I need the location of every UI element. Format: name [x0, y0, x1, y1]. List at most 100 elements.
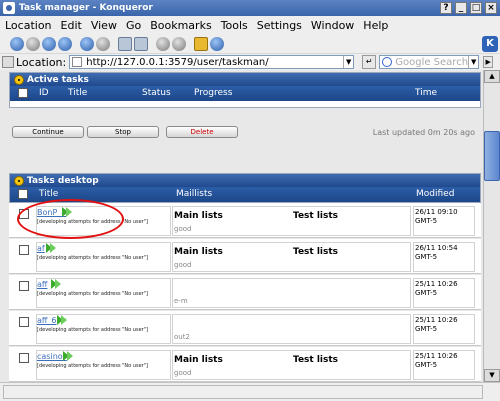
maillist-sub: out2 — [174, 333, 190, 341]
maillist-sub: good — [174, 369, 192, 377]
row-maillists-cell: Main lists Test lists good — [172, 242, 411, 272]
vertical-scrollbar[interactable]: ▲ ▼ — [483, 70, 500, 382]
row-maillists-cell: out2 — [172, 314, 411, 344]
task-title-link[interactable]: aff — [37, 280, 47, 289]
annotation-circle — [17, 199, 124, 239]
url-input[interactable]: http://127.0.0.1:3579/user/taskman/ ▼ — [69, 55, 355, 69]
zoom-out-icon[interactable] — [172, 36, 186, 51]
task-title-link[interactable]: af — [37, 244, 45, 253]
menu-go[interactable]: Go — [126, 19, 141, 32]
status-bar — [0, 382, 500, 401]
tasks-desktop-title: Tasks desktop — [27, 175, 99, 186]
select-all-desktop-checkbox[interactable] — [18, 189, 28, 199]
main-lists-label: Main lists — [174, 211, 223, 221]
table-row: aff_6 [developing attempts for address "… — [9, 311, 481, 346]
play-icon[interactable] — [46, 243, 56, 253]
google-icon — [382, 57, 393, 67]
menu-help[interactable]: Help — [363, 19, 388, 32]
minimize-button[interactable]: _ — [455, 2, 467, 14]
row-maillists-cell: Main lists Test lists good — [172, 206, 411, 236]
row-title-cell: aff [developing attempts for address "No… — [36, 278, 171, 308]
col-maillists: Maillists — [176, 189, 213, 199]
modified-date: 25/11 10:26 GMT-5 — [413, 314, 475, 344]
menu-tools[interactable]: Tools — [221, 19, 248, 32]
menu-edit[interactable]: Edit — [61, 19, 82, 32]
stop-icon[interactable] — [96, 36, 110, 51]
radiation-icon — [14, 175, 24, 186]
delete-button[interactable]: Delete — [166, 126, 238, 138]
row-checkbox[interactable] — [19, 317, 29, 327]
task-note: [developing attempts for address "No use… — [37, 291, 148, 297]
col-id: ID — [39, 88, 49, 98]
main-lists-label: Main lists — [174, 355, 223, 365]
help-window-button[interactable]: ? — [440, 2, 452, 14]
last-updated-text: Last updated 0m 20s ago — [372, 128, 475, 137]
up-icon[interactable] — [42, 36, 56, 51]
table-row: af [developing attempts for address "No … — [9, 239, 481, 274]
main-lists-label: Main lists — [174, 247, 223, 257]
table-row: casinos [developing attempts for address… — [9, 347, 481, 382]
play-icon[interactable] — [63, 351, 73, 361]
play-icon[interactable] — [57, 315, 67, 325]
zoom-in-icon[interactable] — [156, 36, 170, 51]
search-dropdown-icon[interactable]: ▼ — [468, 56, 478, 68]
modified-date: 26/11 10:54 GMT-5 — [413, 242, 475, 272]
maillist-sub: good — [174, 261, 192, 269]
menu-window[interactable]: Window — [311, 19, 354, 32]
row-title-cell: af [developing attempts for address "No … — [36, 242, 171, 272]
col-modified: Modified — [416, 189, 455, 199]
modified-date: 25/11 10:26 GMT-5 — [413, 350, 475, 380]
location-bar: Location: http://127.0.0.1:3579/user/tas… — [0, 54, 500, 70]
select-all-checkbox[interactable] — [18, 88, 28, 98]
menu-view[interactable]: View — [91, 19, 117, 32]
back-icon[interactable] — [10, 36, 24, 51]
play-icon[interactable] — [51, 279, 61, 289]
close-button[interactable]: × — [485, 2, 497, 14]
row-maillists-cell: Main lists Test lists good — [172, 350, 411, 380]
go-button[interactable]: ↵ — [362, 55, 377, 69]
row-checkbox[interactable] — [19, 281, 29, 291]
clear-location-icon[interactable] — [2, 56, 14, 68]
toolbar-overflow-icon[interactable]: ▶ — [483, 56, 494, 68]
search-placeholder: Google Search — [395, 56, 469, 68]
task-note: [developing attempts for address "No use… — [37, 363, 148, 369]
col-time: Time — [415, 88, 438, 98]
scroll-down-icon[interactable]: ▼ — [484, 369, 500, 382]
forward-icon[interactable] — [26, 36, 40, 51]
stop-button[interactable]: Stop — [87, 126, 159, 138]
task-title-link[interactable]: aff_6 — [37, 316, 57, 325]
row-checkbox[interactable] — [19, 353, 29, 363]
download-icon[interactable] — [210, 36, 224, 51]
menu-settings[interactable]: Settings — [257, 19, 302, 32]
maillist-sub: e-m — [174, 297, 188, 305]
konqueror-app-icon[interactable] — [3, 2, 15, 14]
row-maillists-cell: e-m — [172, 278, 411, 308]
col-desktop-title: Title — [39, 189, 59, 199]
active-tasks-column-header: ID Title Status Progress Time — [10, 86, 480, 101]
tasks-desktop-header: Tasks desktop — [10, 174, 480, 187]
url-text[interactable]: http://127.0.0.1:3579/user/taskman/ — [86, 57, 343, 68]
col-progress: Progress — [194, 88, 233, 98]
row-title-cell: aff_6 [developing attempts for address "… — [36, 314, 171, 344]
col-title: Title — [68, 88, 88, 98]
find-icon[interactable] — [134, 36, 148, 51]
active-tasks-title: Active tasks — [27, 74, 89, 85]
scrollbar-thumb[interactable] — [484, 131, 500, 181]
menu-bookmarks[interactable]: Bookmarks — [150, 19, 211, 32]
col-status: Status — [142, 88, 171, 98]
window-titlebar: Task manager - Konqueror ? _ □ × — [0, 0, 500, 16]
row-checkbox[interactable] — [19, 245, 29, 255]
lock-icon[interactable] — [194, 36, 208, 51]
search-input[interactable]: Google Search ▼ — [379, 55, 480, 69]
test-lists-label: Test lists — [293, 211, 339, 221]
url-dropdown-icon[interactable]: ▼ — [343, 56, 353, 68]
menu-location[interactable]: Location — [5, 19, 52, 32]
reload-icon[interactable] — [80, 36, 94, 51]
menu-bar: Location Edit View Go Bookmarks Tools Se… — [0, 16, 500, 34]
maximize-button[interactable]: □ — [470, 2, 482, 14]
print-icon[interactable] — [118, 36, 132, 51]
task-note: [developing attempts for address "No use… — [37, 255, 148, 261]
home-icon[interactable] — [58, 36, 72, 51]
continue-button[interactable]: Continue — [12, 126, 84, 138]
scroll-up-icon[interactable]: ▲ — [484, 70, 500, 83]
